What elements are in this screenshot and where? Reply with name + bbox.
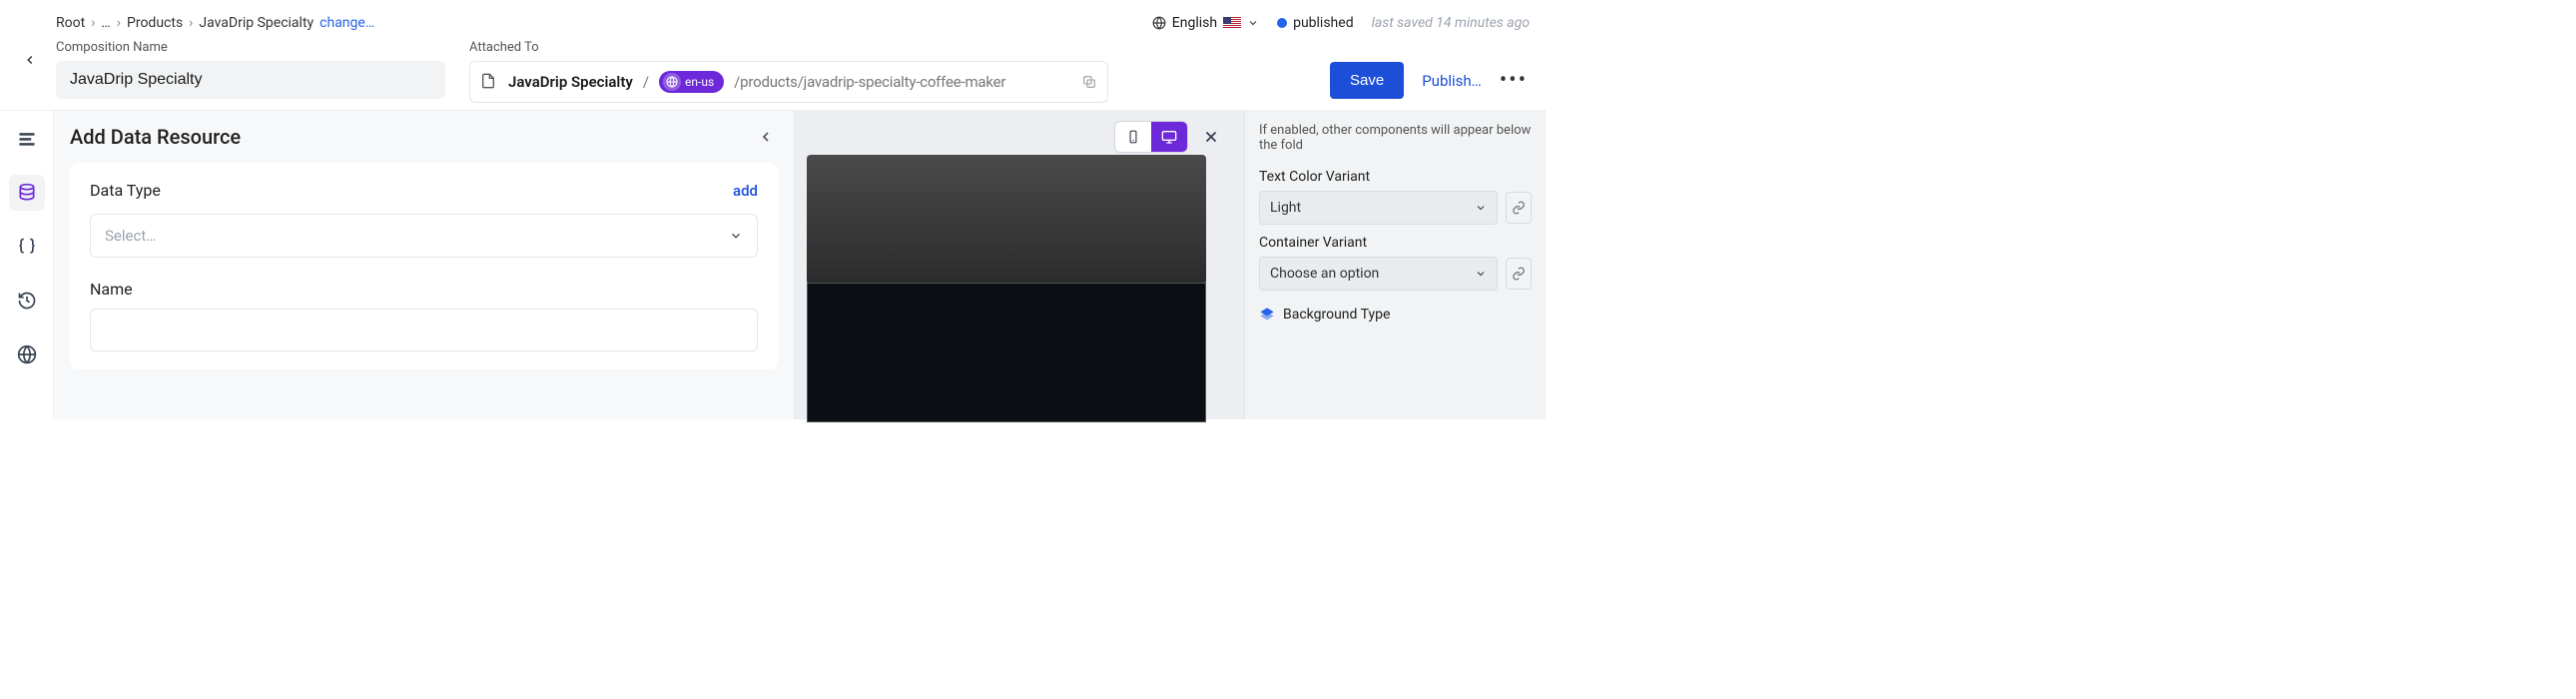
back-button[interactable] bbox=[16, 46, 44, 74]
breadcrumb-products[interactable]: Products bbox=[127, 15, 183, 31]
composition-name-label: Composition Name bbox=[56, 40, 445, 55]
breadcrumb-change-link[interactable]: change… bbox=[320, 15, 374, 31]
rail-data-icon[interactable] bbox=[9, 175, 45, 211]
viewport-toggle bbox=[1114, 121, 1188, 153]
data-resource-name-input[interactable] bbox=[90, 309, 758, 351]
attached-path: /products/javadrip-specialty-coffee-make… bbox=[734, 73, 1005, 91]
flag-icon bbox=[1223, 17, 1241, 29]
rail-structure-icon[interactable] bbox=[9, 121, 45, 157]
more-menu-icon[interactable]: ••• bbox=[1500, 68, 1528, 93]
status-indicator: published bbox=[1277, 15, 1354, 31]
chevron-down-icon bbox=[729, 229, 743, 243]
globe-icon bbox=[663, 73, 681, 91]
viewport-desktop-button[interactable] bbox=[1151, 122, 1187, 152]
chevron-down-icon bbox=[1475, 268, 1487, 280]
text-color-value: Light bbox=[1270, 200, 1301, 216]
breadcrumb-current: JavaDrip Specialty bbox=[199, 15, 314, 31]
preview-image bbox=[807, 155, 1206, 285]
text-color-variant-select[interactable]: Light bbox=[1259, 191, 1498, 225]
save-button[interactable]: Save bbox=[1330, 62, 1404, 99]
name-label: Name bbox=[90, 280, 758, 299]
publish-button[interactable]: Publish… bbox=[1422, 72, 1482, 90]
layers-icon bbox=[1259, 307, 1275, 323]
close-preview-button[interactable] bbox=[1202, 128, 1220, 146]
status-dot-icon bbox=[1277, 18, 1287, 28]
file-icon bbox=[480, 73, 498, 91]
preview-canvas bbox=[795, 111, 1244, 419]
copy-icon[interactable] bbox=[1081, 74, 1097, 90]
globe-icon bbox=[1152, 16, 1166, 30]
link-binding-button[interactable] bbox=[1506, 192, 1532, 224]
attached-name: JavaDrip Specialty bbox=[508, 73, 633, 91]
language-label: English bbox=[1172, 15, 1217, 31]
sidebar-rail bbox=[0, 111, 54, 419]
inspector-panel: If enabled, other components will appear… bbox=[1244, 111, 1546, 419]
data-type-label: Data Type bbox=[90, 181, 161, 200]
panel-collapse-button[interactable] bbox=[754, 125, 778, 149]
status-text: published bbox=[1293, 15, 1354, 31]
attached-to-box: JavaDrip Specialty / en-us /products/jav… bbox=[469, 61, 1108, 103]
composition-name-input[interactable] bbox=[56, 61, 445, 99]
chevron-right-icon: › bbox=[189, 15, 193, 31]
add-data-resource-panel: Add Data Resource Data Type add Select… … bbox=[54, 111, 795, 419]
locale-text: en-us bbox=[685, 75, 714, 89]
container-variant-select[interactable]: Choose an option bbox=[1259, 257, 1498, 291]
attached-to-label: Attached To bbox=[469, 40, 1108, 55]
locale-pill[interactable]: en-us bbox=[659, 71, 724, 93]
last-saved-text: last saved 14 minutes ago bbox=[1372, 15, 1530, 31]
panel-title: Add Data Resource bbox=[70, 125, 241, 149]
container-variant-label: Container Variant bbox=[1259, 235, 1532, 251]
breadcrumb: Root › … › Products › JavaDrip Specialty… bbox=[56, 10, 1152, 36]
inspector-hint: If enabled, other components will appear… bbox=[1259, 123, 1532, 153]
background-type-label: Background Type bbox=[1283, 307, 1390, 323]
rail-json-icon[interactable] bbox=[9, 229, 45, 265]
chevron-right-icon: › bbox=[91, 15, 95, 31]
add-data-type-link[interactable]: add bbox=[733, 182, 758, 200]
select-placeholder: Select… bbox=[105, 227, 156, 245]
rail-locale-icon[interactable] bbox=[9, 337, 45, 372]
preview-section[interactable] bbox=[807, 283, 1206, 422]
container-value: Choose an option bbox=[1270, 266, 1379, 282]
viewport-mobile-button[interactable] bbox=[1115, 122, 1151, 152]
rail-history-icon[interactable] bbox=[9, 283, 45, 319]
breadcrumb-ellipsis[interactable]: … bbox=[101, 15, 110, 31]
link-binding-button[interactable] bbox=[1506, 258, 1532, 290]
chevron-right-icon: › bbox=[117, 15, 121, 31]
data-type-select[interactable]: Select… bbox=[90, 214, 758, 258]
chevron-down-icon bbox=[1247, 17, 1259, 29]
path-slash: / bbox=[643, 73, 649, 91]
breadcrumb-root[interactable]: Root bbox=[56, 15, 85, 31]
text-color-variant-label: Text Color Variant bbox=[1259, 169, 1532, 185]
chevron-down-icon bbox=[1475, 202, 1487, 214]
language-switcher[interactable]: English bbox=[1152, 15, 1259, 31]
